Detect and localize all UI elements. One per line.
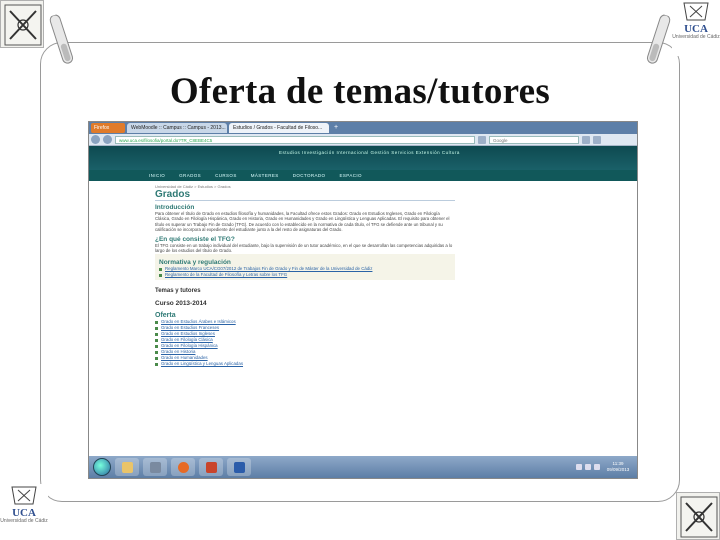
site-top-nav[interactable]: Estudios Investigación Internacional Ges…	[279, 150, 460, 155]
explorer-icon[interactable]	[115, 458, 139, 476]
menu-item[interactable]: INICIO	[149, 173, 165, 178]
bullet-icon	[155, 320, 158, 324]
intro-heading: Introducción	[155, 204, 195, 211]
back-icon[interactable]	[91, 135, 100, 144]
powerpoint-icon[interactable]	[199, 458, 223, 476]
home-icon[interactable]	[582, 135, 590, 144]
normativa-box: Normativa y regulación Reglamento Marco …	[155, 254, 455, 281]
firefox-icon[interactable]	[171, 458, 195, 476]
firefox-menu-button[interactable]: Firefox	[91, 123, 125, 133]
bullet-icon	[155, 356, 158, 360]
volume-icon[interactable]	[594, 464, 600, 470]
system-tray: 11:39 09/09/2013	[576, 461, 637, 473]
bullet-icon	[155, 344, 158, 348]
browser-tab-bar: Firefox WebMoodle :: Campus :: Campus - …	[89, 122, 637, 134]
clock[interactable]: 11:39 09/09/2013	[603, 461, 633, 473]
tray-icon[interactable]	[585, 464, 591, 470]
menu-item[interactable]: ESPACIO	[339, 173, 361, 178]
oferta-heading: Oferta	[155, 312, 176, 320]
menu-item[interactable]: GRADOS	[179, 173, 201, 178]
page-heading: Grados	[155, 189, 455, 201]
intro-text: Para obtener el título de Grado en estud…	[155, 211, 450, 233]
site-menu: INICIO GRADOS CURSOS MÁSTERES DOCTORADO …	[89, 170, 637, 181]
corner-logo-top-right: UCA Universidad de Cádiz	[672, 0, 720, 56]
word-icon[interactable]	[227, 458, 251, 476]
menu-item[interactable]: MÁSTERES	[251, 173, 279, 178]
normativa-link[interactable]: Reglamento de la Facultad de Filosofía y…	[159, 272, 451, 278]
uca-crest-icon	[11, 486, 37, 505]
normativa-heading: Normativa y regulación	[159, 259, 231, 267]
refresh-icon[interactable]	[478, 135, 486, 144]
bullet-icon	[159, 273, 162, 277]
clock-date: 09/09/2013	[606, 467, 630, 472]
bullet-icon	[155, 326, 158, 330]
bullet-icon	[155, 350, 158, 354]
temas-heading: Temas y tutores	[155, 288, 201, 295]
bullet-icon	[155, 338, 158, 342]
tfg-text: El TFG consiste en un trabajo individual…	[155, 242, 453, 254]
crossed-tools-icon	[680, 496, 718, 538]
bullet-icon	[159, 267, 162, 271]
start-button[interactable]	[93, 458, 111, 476]
browser-screenshot: Firefox WebMoodle :: Campus :: Campus - …	[88, 121, 638, 479]
oferta-link[interactable]: Grado en Lingüística y Lenguas Aplicadas	[155, 361, 455, 367]
browser-tab-active[interactable]: Estudios / Grados - Facultad de Filoso..…	[229, 123, 329, 133]
new-tab-icon[interactable]: +	[331, 123, 341, 133]
slide-title: Oferta de temas/tutores	[169, 71, 551, 112]
page-content: Universidad de Cádiz > Estudios > Grados…	[149, 181, 461, 371]
site-header: Estudios Investigación Internacional Ges…	[89, 146, 637, 170]
crossed-tools-icon	[4, 4, 42, 46]
uca-logo-text: UCA	[684, 23, 708, 35]
tfg-heading: ¿En qué consiste el TFG?	[155, 235, 235, 243]
uca-logo-text: UCA	[12, 507, 36, 519]
url-bar[interactable]: www.uca.es/filosofia/portal.do?TR_C8EBE4…	[115, 135, 475, 144]
corner-logo-top-left	[0, 0, 44, 48]
bullet-icon	[155, 332, 158, 336]
corner-logo-bottom-right	[676, 492, 720, 540]
windows-taskbar: 11:39 09/09/2013	[89, 456, 637, 478]
curso-heading: Curso 2013-2014	[155, 300, 207, 308]
uca-crest-icon	[683, 2, 709, 21]
media-icon[interactable]	[143, 458, 167, 476]
forward-icon[interactable]	[103, 135, 112, 144]
browser-tab[interactable]: WebMoodle :: Campus :: Campus - 2013...	[127, 123, 227, 133]
search-input[interactable]: Google	[489, 135, 579, 144]
downloads-icon[interactable]	[593, 135, 601, 144]
menu-item[interactable]: CURSOS	[215, 173, 237, 178]
corner-logo-bottom-left: UCA Universidad de Cádiz	[0, 484, 48, 540]
uca-logo-subtext: Universidad de Cádiz	[672, 34, 720, 40]
menu-item[interactable]: DOCTORADO	[293, 173, 326, 178]
bullet-icon	[155, 362, 158, 366]
oferta-list: Grado en Estudios Árabes e Islámicos Gra…	[155, 319, 455, 367]
tray-icon[interactable]	[576, 464, 582, 470]
browser-nav-bar: www.uca.es/filosofia/portal.do?TR_C8EBE4…	[89, 134, 637, 146]
uca-logo-subtext: Universidad de Cádiz	[0, 518, 48, 524]
